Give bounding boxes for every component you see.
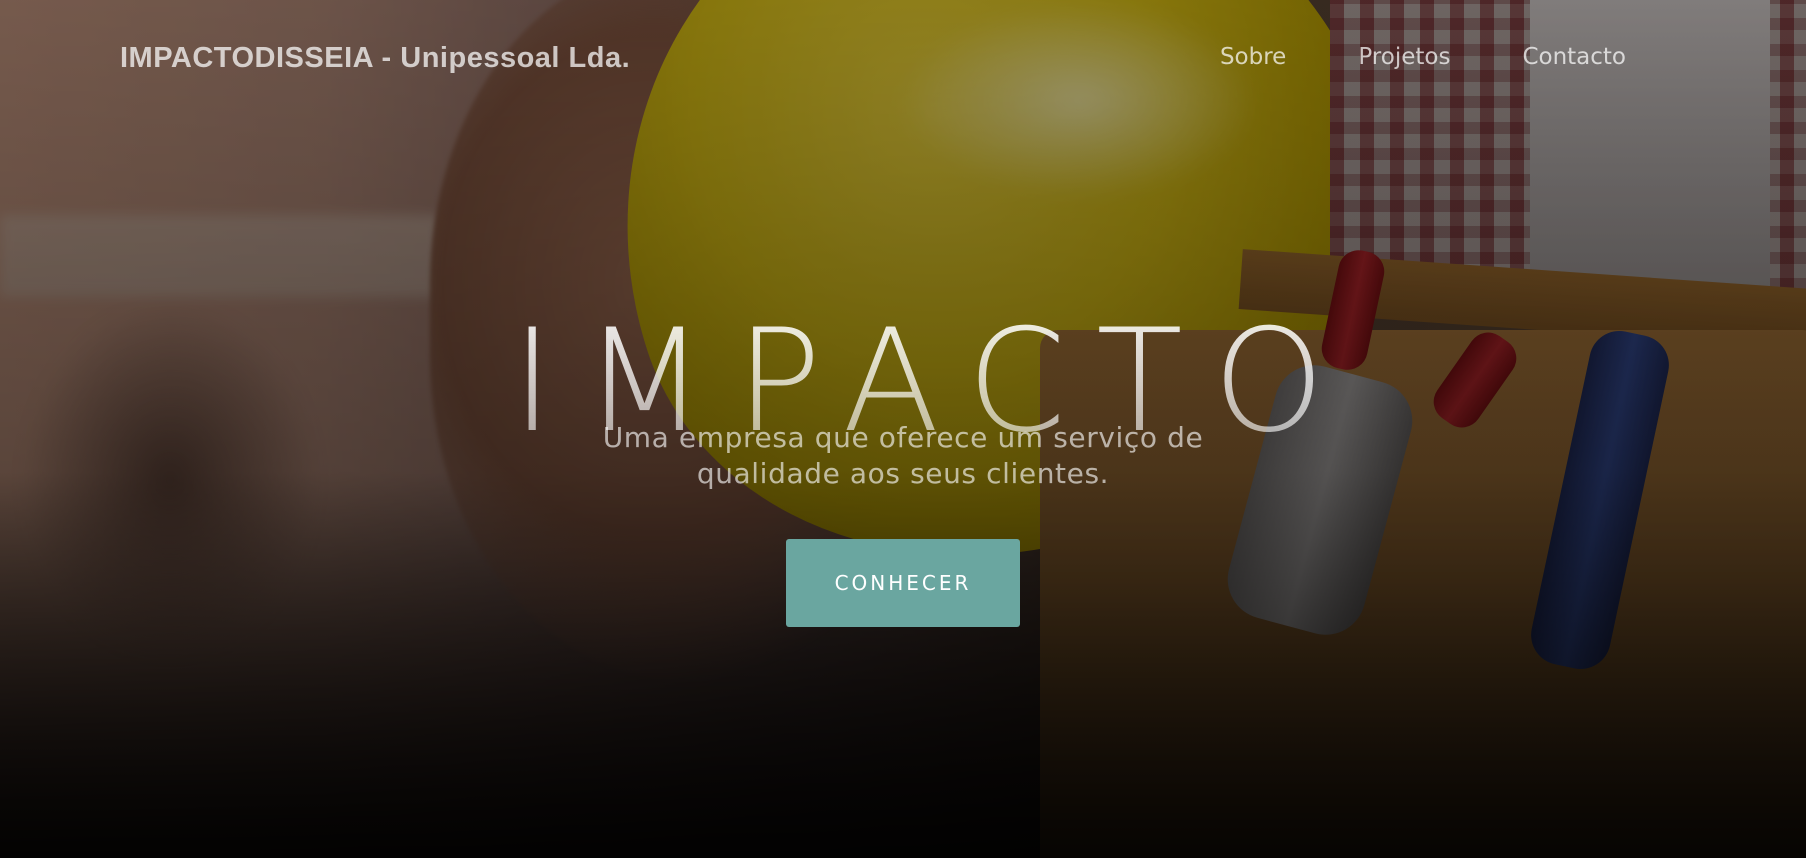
hero-subtitle: Uma empresa que oferece um serviço de qu… bbox=[602, 421, 1204, 490]
conhecer-button[interactable]: CONHECER bbox=[786, 539, 1020, 627]
hero-section: IMPACTO Uma empresa que oferece um servi… bbox=[0, 0, 1806, 858]
